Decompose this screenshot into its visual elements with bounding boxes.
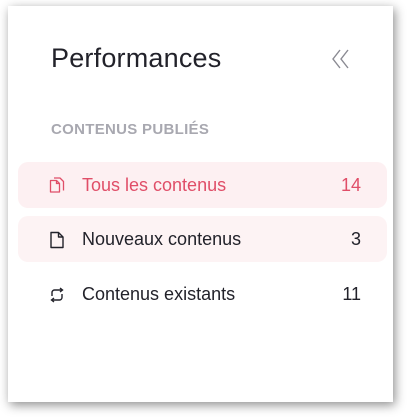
document-icon xyxy=(49,231,65,249)
double-chevron-left-icon xyxy=(332,49,349,69)
collapse-panel-button[interactable] xyxy=(328,46,354,72)
refresh-icon xyxy=(49,286,65,304)
nav-item-count: 14 xyxy=(340,174,361,195)
nav-item-label: Contenus existants xyxy=(82,283,236,304)
nav-item-label: Tous les contenus xyxy=(82,174,227,195)
panel-title: Performances xyxy=(51,43,222,73)
performances-panel: Performances CONTENUS PUBLIÉS Tous les c… xyxy=(8,6,393,402)
section-label: CONTENUS PUBLIÉS xyxy=(51,121,210,138)
nav-item-count: 11 xyxy=(342,283,361,304)
nav-item-new-contents[interactable]: Nouveaux contenus 3 xyxy=(18,216,387,262)
nav-item-count: 3 xyxy=(350,228,361,249)
nav-item-all-contents[interactable]: Tous les contenus 14 xyxy=(18,162,387,208)
nav-item-existing-contents[interactable]: Contenus existants 11 xyxy=(18,271,387,317)
documents-icon xyxy=(49,177,65,195)
nav-item-label: Nouveaux contenus xyxy=(82,228,242,249)
